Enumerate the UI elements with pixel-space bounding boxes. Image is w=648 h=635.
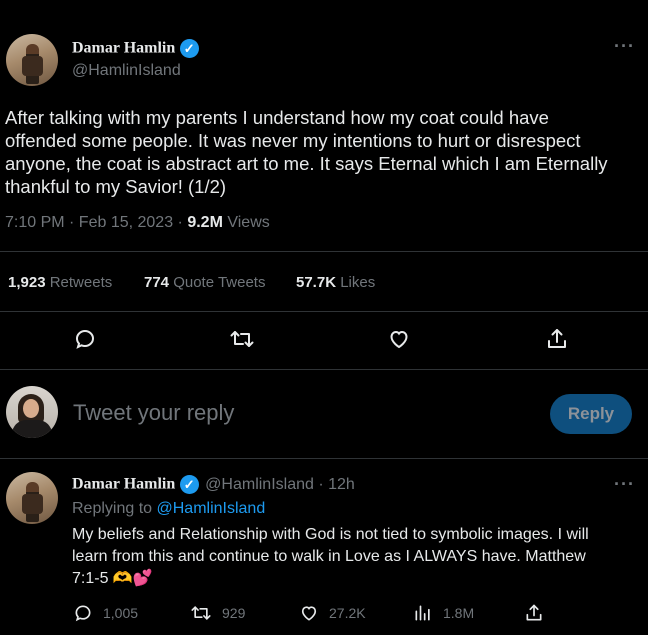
author-name-row: Damar Hamlin ✓ [72,39,199,58]
retweets-count: 1,923 [8,274,46,291]
like-icon[interactable] [387,327,411,351]
quote-tweets-stat[interactable]: 774 Quote Tweets [144,274,265,291]
reply-author-avatar[interactable] [6,472,58,524]
reply-reply-action[interactable]: 1,005 [73,603,138,623]
reply-text-line: learn from this and continue to walk in … [72,548,586,565]
reply-count: 1,005 [103,605,139,621]
divider [0,369,648,370]
tweet-text: After talking with my parents I understa… [5,106,645,198]
retweet-icon[interactable] [229,327,255,351]
tweet-timestamp[interactable]: 7:10 PM · Feb 15, 2023 · [5,214,187,231]
quotes-label: Quote Tweets [169,274,266,291]
tweet-text-line: anyone, the coat is abstract art to me. … [5,153,608,174]
reply-more-options-icon[interactable]: ··· [614,474,635,495]
retweet-icon [191,606,211,620]
likes-label: Likes [336,274,376,291]
author-avatar[interactable] [6,34,58,86]
reply-author-name[interactable]: Damar Hamlin [72,476,175,493]
likes-count: 57.7K [296,274,337,291]
share-icon[interactable] [545,327,569,351]
like-icon [301,606,317,621]
reply-text-line: 7:1-5 🫶💕 [72,570,153,587]
current-user-avatar[interactable] [6,386,58,438]
reply-like-action[interactable]: 27.2K [299,603,366,623]
reply-handle-time[interactable]: @HamlinIsland · 12h [205,476,355,493]
verified-badge-icon: ✓ [179,475,199,494]
likes-stat[interactable]: 57.7K Likes [296,274,375,291]
views-label: Views [222,214,270,231]
replying-to-label: Replying to [72,500,157,517]
divider [0,458,648,459]
reply-views-action[interactable]: 1.8M [413,603,474,623]
replying-to-handle[interactable]: @HamlinIsland [157,500,266,517]
reply-author-row: Damar Hamlin ✓ @HamlinIsland · 12h [72,475,355,494]
reply-retweet-action[interactable]: 929 [190,603,245,623]
views-icon [415,605,430,621]
emoji: 🫶💕 [112,570,153,587]
divider [0,251,648,252]
reply-share-icon[interactable] [524,603,544,623]
retweet-count: 929 [222,605,246,621]
reply-icon[interactable] [73,327,97,351]
tweet-meta: 7:10 PM · Feb 15, 2023 · 9.2M Views [5,214,270,232]
reply-button[interactable]: Reply [550,394,632,434]
reply-text-line: My beliefs and Relationship with God is … [72,526,589,543]
verified-badge-icon: ✓ [179,39,199,58]
reply-input[interactable]: Tweet your reply [73,400,234,426]
retweets-label: Retweets [45,274,113,291]
more-options-icon[interactable]: ··· [614,36,635,57]
tweet-text-line: thankful to my Savior! (1/2) [5,176,227,197]
like-count: 27.2K [329,605,366,621]
retweets-stat[interactable]: 1,923 Retweets [8,274,112,291]
tweet-text-line: After talking with my parents I understa… [5,107,549,128]
author-handle[interactable]: @HamlinIsland [72,62,181,80]
author-name[interactable]: Damar Hamlin [72,40,175,57]
tweet-text-line: offended some people. It was never my in… [5,130,581,151]
reply-text: My beliefs and Relationship with God is … [72,524,644,590]
views-count: 1.8M [443,605,475,621]
divider [0,311,648,312]
reply-icon [75,605,91,622]
replying-to: Replying to @HamlinIsland [72,500,265,518]
quotes-count: 774 [144,274,170,291]
views-count: 9.2M [187,214,223,231]
